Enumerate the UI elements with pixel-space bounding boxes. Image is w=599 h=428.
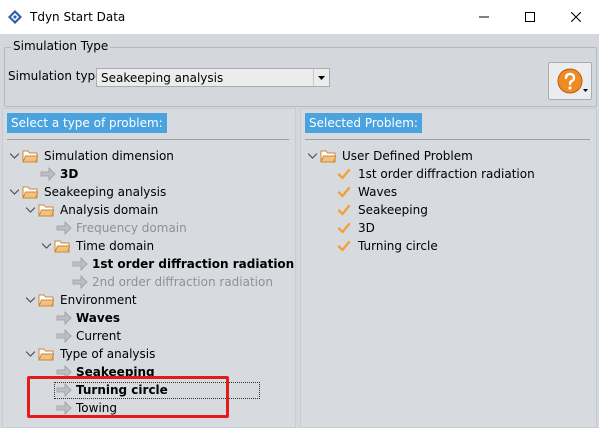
help-button[interactable] — [548, 62, 592, 100]
chevron-down-icon[interactable] — [24, 345, 36, 363]
tree-label: Waves — [76, 311, 121, 325]
close-button[interactable] — [553, 0, 599, 34]
minimize-button[interactable] — [461, 0, 507, 34]
chevron-down-icon[interactable] — [8, 147, 20, 165]
folder-open-icon — [22, 148, 39, 164]
tree-label: Type of analysis — [60, 347, 156, 361]
window-title: Tdyn Start Data — [30, 10, 126, 24]
tree-label: Environment — [60, 293, 137, 307]
tree-label: 3D — [358, 221, 375, 235]
chevron-down-icon[interactable] — [24, 201, 36, 219]
chevron-down-icon[interactable] — [313, 69, 329, 86]
tree-label: Analysis domain — [60, 203, 159, 217]
simulation-type-group: Simulation Type Simulation type: Seakeep… — [4, 39, 597, 107]
tree-label: Seakeeping — [358, 203, 428, 217]
problem-type-panel-header: Select a type of problem: — [7, 113, 167, 133]
tree-label: 1st order diffraction radiation — [92, 257, 295, 271]
selected-problem-panel-header: Selected Problem: — [305, 113, 422, 133]
minimize-icon — [479, 12, 489, 22]
panel-divider — [305, 139, 590, 140]
arrow-right-icon — [72, 256, 88, 272]
chevron-down-icon[interactable] — [40, 237, 52, 255]
tree-label: Current — [76, 329, 122, 343]
simulation-type-select[interactable]: Seakeeping analysis — [96, 68, 330, 87]
maximize-icon — [525, 12, 535, 22]
chevron-down-icon[interactable] — [306, 147, 318, 165]
arrow-right-icon — [72, 274, 88, 290]
tree-label: 1st order diffraction radiation — [358, 167, 535, 181]
folder-open-icon — [38, 292, 55, 308]
maximize-button[interactable] — [507, 0, 553, 34]
highlight-annotation — [27, 376, 229, 418]
tree-label: User Defined Problem — [342, 149, 473, 163]
tree-label: Turning circle — [358, 239, 438, 253]
tree-label: 3D — [60, 167, 79, 181]
simulation-type-value: Seakeeping analysis — [101, 71, 224, 85]
checkmark-icon — [336, 238, 352, 254]
folder-open-icon — [22, 184, 39, 200]
tree-label: Seakeeping analysis — [44, 185, 167, 199]
chevron-down-icon[interactable] — [24, 291, 36, 309]
folder-open-icon — [320, 148, 337, 164]
panel-divider — [7, 139, 289, 140]
tree-label: Time domain — [76, 239, 155, 253]
chevron-down-icon[interactable] — [8, 183, 20, 201]
checkmark-icon — [336, 166, 352, 182]
folder-open-icon — [38, 202, 55, 218]
question-icon — [557, 68, 583, 97]
checkmark-icon — [336, 202, 352, 218]
tree-label: Waves — [358, 185, 398, 199]
simulation-type-label: Simulation type: — [8, 69, 107, 83]
title-bar: Tdyn Start Data — [0, 0, 599, 34]
app-icon — [8, 10, 22, 24]
arrow-right-icon — [56, 310, 72, 326]
arrow-right-icon — [40, 166, 56, 182]
folder-open-icon — [54, 238, 71, 254]
tree-label: Simulation dimension — [44, 149, 174, 163]
dropdown-caret-icon — [583, 81, 588, 95]
simulation-type-group-title: Simulation Type — [11, 39, 111, 53]
checkmark-icon — [336, 220, 352, 236]
close-icon — [571, 12, 581, 22]
tree-label: Frequency domain — [76, 221, 187, 235]
arrow-right-icon — [56, 220, 72, 236]
folder-open-icon — [38, 346, 55, 362]
checkmark-icon — [336, 184, 352, 200]
tree-label: 2nd order diffraction radiation — [92, 275, 273, 289]
arrow-right-icon — [56, 328, 72, 344]
